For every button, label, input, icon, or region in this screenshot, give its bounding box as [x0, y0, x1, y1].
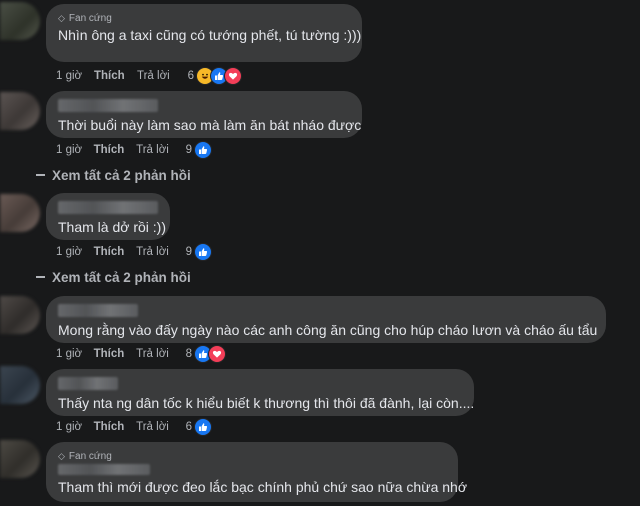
- reply-button[interactable]: Trả lời: [136, 246, 185, 258]
- comment-text: Nhìn ông a taxi cũng có tướng phết, tú t…: [58, 27, 362, 43]
- commenter-name[interactable]: [58, 201, 158, 214]
- comment-bubble: Thấy nta ng dân tốc k hiểu biết k thương…: [46, 369, 474, 416]
- reaction-icons[interactable]: [194, 243, 212, 261]
- reply-button[interactable]: Trả lời: [136, 144, 185, 156]
- avatar[interactable]: [0, 2, 40, 40]
- comment-actions: 1 giờ Thích Trả lời 9: [56, 243, 212, 261]
- comment-text: Tham thì mới được đeo lắc bạc chính phủ …: [58, 479, 468, 495]
- comment-actions: 1 giờ Thích Trả lời 8: [56, 345, 226, 363]
- reaction-count[interactable]: 9: [186, 144, 192, 156]
- reaction-count[interactable]: 6: [186, 421, 192, 433]
- reaction-count[interactable]: 9: [186, 246, 192, 258]
- fan-badge: ◇ Fan cứng: [58, 12, 350, 25]
- comment-actions: 1 giờ Thích Trả lời 9: [56, 141, 212, 159]
- comment-actions: 1 giờ Thích Trả lời 6: [56, 67, 242, 85]
- comment-text: Thời buổi này làm sao mà làm ăn bát nháo…: [58, 117, 362, 133]
- comment-time[interactable]: 1 giờ: [56, 70, 94, 82]
- comment-bubble: Tham là dở rồi :)): [46, 193, 170, 240]
- like-reaction-icon: [194, 243, 212, 261]
- view-replies-link[interactable]: Xem tất cả 2 phản hồi: [36, 268, 191, 286]
- reply-button[interactable]: Trả lời: [137, 70, 187, 82]
- love-reaction-icon: [208, 345, 226, 363]
- view-replies-label[interactable]: Xem tất cả 2 phản hồi: [52, 168, 191, 183]
- comment-text: Mong rằng vào đấy ngày nào các anh công …: [58, 322, 598, 338]
- reaction-count[interactable]: 6: [188, 70, 194, 82]
- like-reaction-icon: [194, 141, 212, 159]
- avatar[interactable]: [0, 366, 40, 404]
- comment-time[interactable]: 1 giờ: [56, 421, 94, 433]
- like-button[interactable]: Thích: [94, 70, 137, 82]
- reaction-icons[interactable]: [194, 345, 226, 363]
- reaction-icons[interactable]: [196, 67, 242, 85]
- like-button[interactable]: Thích: [94, 421, 137, 433]
- commenter-name[interactable]: [58, 464, 150, 475]
- comment-bubble: ◇ Fan cứng Tham thì mới được đeo lắc bạc…: [46, 442, 468, 502]
- view-replies-label[interactable]: Xem tất cả 2 phản hồi: [52, 270, 191, 285]
- avatar[interactable]: [0, 296, 40, 334]
- avatar[interactable]: [0, 92, 40, 130]
- fan-badge-label: Fan cứng: [68, 451, 112, 462]
- comment-text: Tham là dở rồi :)): [58, 219, 166, 235]
- like-button[interactable]: Thích: [94, 144, 137, 156]
- comment-bubble: Thời buổi này làm sao mà làm ăn bát nháo…: [46, 91, 362, 138]
- diamond-icon: ◇: [58, 451, 65, 461]
- like-button[interactable]: Thích: [94, 348, 137, 360]
- reply-button[interactable]: Trả lời: [136, 421, 185, 433]
- avatar[interactable]: [0, 194, 40, 232]
- comment-time[interactable]: 1 giờ: [56, 246, 94, 258]
- view-replies-link[interactable]: Xem tất cả 2 phản hồi: [36, 166, 191, 184]
- reply-line: [36, 276, 45, 278]
- comment-bubble: ◇ Fan cứng Nhìn ông a taxi cũng có tướng…: [46, 4, 362, 62]
- comment-bubble: Mong rằng vào đấy ngày nào các anh công …: [46, 296, 606, 343]
- comment-time[interactable]: 1 giờ: [56, 348, 94, 360]
- avatar-column: [0, 0, 42, 506]
- comment-text: Thấy nta ng dân tốc k hiểu biết k thương…: [58, 395, 475, 411]
- love-reaction-icon: [224, 67, 242, 85]
- reaction-icons[interactable]: [194, 141, 212, 159]
- reaction-count[interactable]: 8: [186, 348, 192, 360]
- fan-badge-label: Fan cứng: [68, 13, 112, 24]
- commenter-name[interactable]: [58, 377, 118, 390]
- commenter-name[interactable]: [58, 304, 138, 317]
- reply-button[interactable]: Trả lời: [136, 348, 185, 360]
- comment-actions: 1 giờ Thích Trả lời 6: [56, 418, 212, 436]
- like-button[interactable]: Thích: [94, 246, 137, 258]
- reply-line: [36, 174, 45, 176]
- fan-badge: ◇ Fan cứng: [58, 450, 446, 463]
- reaction-icons[interactable]: [194, 418, 212, 436]
- comment-time[interactable]: 1 giờ: [56, 144, 94, 156]
- avatar[interactable]: [0, 440, 40, 478]
- commenter-name[interactable]: [58, 99, 158, 112]
- like-reaction-icon: [194, 418, 212, 436]
- diamond-icon: ◇: [58, 13, 65, 23]
